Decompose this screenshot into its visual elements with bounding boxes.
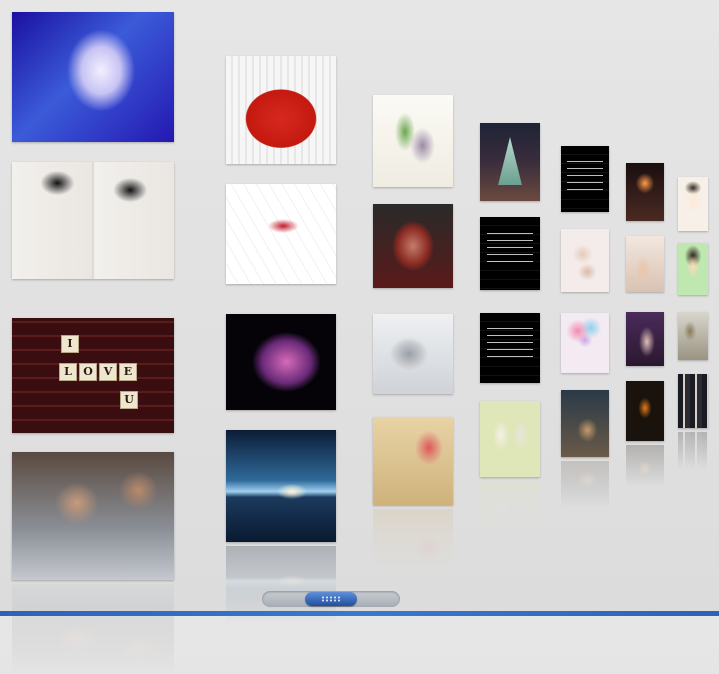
- gallery-thumbnail[interactable]: [626, 312, 664, 366]
- gallery-thumbnail[interactable]: [12, 452, 174, 580]
- gallery-thumbnail[interactable]: [480, 313, 540, 383]
- thumbnail-reflection: [626, 445, 664, 487]
- thumbnail-image: [678, 177, 708, 231]
- gallery-thumbnail[interactable]: [480, 123, 540, 201]
- thumbnail-reflection: [480, 481, 540, 534]
- bottom-accent-bar: [0, 611, 719, 616]
- gallery-thumbnail[interactable]: [561, 313, 609, 373]
- text-lines: [487, 328, 533, 362]
- thumbnail-image: [678, 243, 708, 295]
- triangle-shape: [498, 137, 522, 186]
- gallery-thumbnail[interactable]: [373, 417, 453, 505]
- thumbnail-image: [226, 184, 336, 284]
- gallery-thumbnail[interactable]: [626, 163, 664, 221]
- cover-flow-wall: [0, 0, 719, 674]
- gallery-thumbnail[interactable]: [226, 56, 336, 164]
- gallery-thumbnail[interactable]: [561, 390, 609, 457]
- gallery-thumbnail[interactable]: [12, 318, 174, 433]
- gallery-thumbnail[interactable]: [561, 229, 609, 292]
- thumbnail-reflection: [12, 584, 174, 674]
- thumbnail-image: [12, 12, 174, 142]
- gallery-thumbnail[interactable]: [373, 95, 453, 187]
- gallery-scrollbar[interactable]: [262, 591, 400, 607]
- thumbnail-image: [561, 229, 609, 292]
- thumbnail-image: [678, 312, 708, 360]
- thumbnail-image: [480, 401, 540, 477]
- gallery-thumbnail[interactable]: [373, 314, 453, 394]
- thumbnail-image: [12, 162, 174, 279]
- gallery-thumbnail[interactable]: [480, 401, 540, 477]
- gallery-thumbnail[interactable]: [480, 217, 540, 290]
- gallery-thumbnail[interactable]: [678, 243, 708, 295]
- thumbnail-image: [561, 146, 609, 212]
- thumbnail-image: [480, 123, 540, 201]
- thumbnail-image: [561, 390, 609, 457]
- thumbnail-reflection: [678, 432, 708, 470]
- thumbnail-image: [626, 163, 664, 221]
- gallery-thumbnail[interactable]: [12, 162, 174, 279]
- thumbnail-image: [373, 314, 453, 394]
- gallery-thumbnail[interactable]: [373, 204, 453, 288]
- thumbnail-image: [561, 313, 609, 373]
- grip-icon: [321, 596, 341, 602]
- thumbnail-image: [373, 204, 453, 288]
- thumbnail-image: [480, 217, 540, 290]
- thumbnail-image: [226, 56, 336, 164]
- thumbnail-reflection: [561, 461, 609, 508]
- thumbnail-image: [226, 430, 336, 542]
- gallery-thumbnail[interactable]: [226, 430, 336, 542]
- thumbnail-image: [678, 374, 708, 428]
- thumbnail-image: [226, 314, 336, 410]
- gallery-thumbnail[interactable]: [226, 314, 336, 410]
- thumbnail-image: [626, 381, 664, 441]
- gallery-thumbnail[interactable]: [678, 312, 708, 360]
- thumbnail-image: [626, 236, 664, 292]
- gallery-thumbnail[interactable]: [626, 381, 664, 441]
- gallery-thumbnail[interactable]: [678, 374, 708, 428]
- thumbnail-reflection: [373, 509, 453, 571]
- text-lines: [487, 233, 533, 269]
- scrollbar-thumb[interactable]: [305, 592, 357, 606]
- thumbnail-image: [373, 95, 453, 187]
- gallery-thumbnail[interactable]: [12, 12, 174, 142]
- gallery-thumbnail[interactable]: [626, 236, 664, 292]
- gallery-thumbnail[interactable]: [678, 177, 708, 231]
- text-lines: [566, 160, 604, 193]
- thumbnail-image: [373, 417, 453, 505]
- thumbnail-image: [626, 312, 664, 366]
- thumbnail-image: [480, 313, 540, 383]
- thumbnail-image: [12, 318, 174, 433]
- gallery-thumbnail[interactable]: [561, 146, 609, 212]
- gallery-thumbnail[interactable]: [226, 184, 336, 284]
- thumbnail-image: [12, 452, 174, 580]
